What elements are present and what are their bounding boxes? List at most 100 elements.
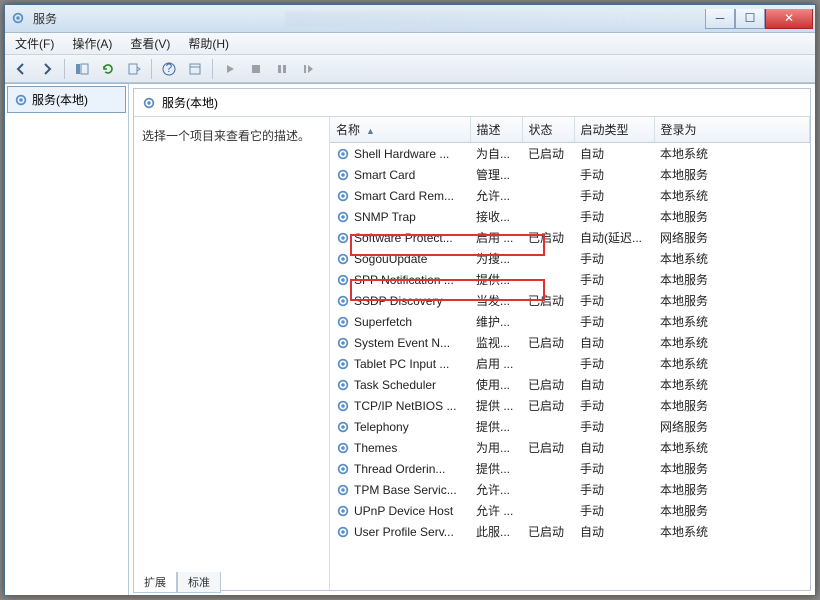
service-logon: 本地服务 <box>654 290 810 311</box>
service-name: Themes <box>354 441 397 455</box>
toolbar-separator <box>64 59 65 79</box>
nav-forward-button[interactable] <box>35 58 59 80</box>
col-logon[interactable]: 登录为 <box>654 117 810 143</box>
menu-help[interactable]: 帮助(H) <box>182 33 235 54</box>
export-list-button[interactable] <box>122 58 146 80</box>
titlebar-blur <box>285 11 705 27</box>
service-name: TCP/IP NetBIOS ... <box>354 399 456 413</box>
table-row[interactable]: Telephony提供...手动网络服务 <box>330 416 810 437</box>
menu-view[interactable]: 查看(V) <box>124 33 176 54</box>
col-startup[interactable]: 启动类型 <box>574 117 654 143</box>
table-row[interactable]: Software Protect...启用 ...已启动自动(延迟...网络服务 <box>330 227 810 248</box>
service-logon: 本地系统 <box>654 521 810 542</box>
col-desc[interactable]: 描述 <box>470 117 522 143</box>
refresh-button[interactable] <box>96 58 120 80</box>
body: 服务(本地) 服务(本地) 选择一个项目来查看它的描述。 名称▲ 描述 <box>5 83 815 595</box>
service-logon: 本地服务 <box>654 164 810 185</box>
nav-back-button[interactable] <box>9 58 33 80</box>
close-button[interactable]: ✕ <box>765 9 813 29</box>
gear-icon <box>336 462 350 476</box>
table-row[interactable]: Tablet PC Input ...启用 ...手动本地系统 <box>330 353 810 374</box>
service-name: User Profile Serv... <box>354 525 454 539</box>
table-row[interactable]: UPnP Device Host允许 ...手动本地服务 <box>330 500 810 521</box>
gear-icon <box>14 93 28 107</box>
table-row[interactable]: SPP Notification ...提供...手动本地服务 <box>330 269 810 290</box>
service-logon: 本地服务 <box>654 479 810 500</box>
detail-pane: 选择一个项目来查看它的描述。 <box>134 117 329 590</box>
app-icon <box>11 11 27 27</box>
gear-icon <box>336 399 350 413</box>
col-name[interactable]: 名称▲ <box>330 117 470 143</box>
service-status <box>522 458 574 479</box>
table-row[interactable]: User Profile Serv...此服...已启动自动本地系统 <box>330 521 810 542</box>
service-startup: 手动 <box>574 395 654 416</box>
start-service-button[interactable] <box>218 58 242 80</box>
service-logon: 本地系统 <box>654 311 810 332</box>
gear-icon <box>336 273 350 287</box>
service-desc: 监视... <box>470 332 522 353</box>
show-hide-tree-button[interactable] <box>70 58 94 80</box>
right-body: 选择一个项目来查看它的描述。 名称▲ 描述 状态 启动类型 登录为 <box>134 117 810 590</box>
toolbar-separator <box>151 59 152 79</box>
service-list[interactable]: 名称▲ 描述 状态 启动类型 登录为 Shell Hardware ... 为自.… <box>329 117 810 590</box>
service-status: 已启动 <box>522 395 574 416</box>
table-row[interactable]: Smart Card管理...手动本地服务 <box>330 164 810 185</box>
service-desc: 使用... <box>470 374 522 395</box>
toolbar-separator <box>212 59 213 79</box>
service-startup: 自动(延迟... <box>574 227 654 248</box>
service-startup: 手动 <box>574 458 654 479</box>
col-status[interactable]: 状态 <box>522 117 574 143</box>
service-startup: 手动 <box>574 206 654 227</box>
service-name: UPnP Device Host <box>354 504 453 518</box>
service-status <box>522 164 574 185</box>
service-name: Smart Card <box>354 168 415 182</box>
tree-node-services-local[interactable]: 服务(本地) <box>7 86 126 113</box>
table-row[interactable]: Superfetch维护...手动本地系统 <box>330 311 810 332</box>
table-row[interactable]: Shell Hardware ...为自...已启动自动本地系统 <box>330 143 810 165</box>
service-status: 已启动 <box>522 521 574 542</box>
service-status: 已启动 <box>522 332 574 353</box>
service-startup: 手动 <box>574 353 654 374</box>
tree-pane: 服务(本地) <box>5 84 129 595</box>
table-row[interactable]: Smart Card Rem...允许...手动本地系统 <box>330 185 810 206</box>
service-status: 已启动 <box>522 437 574 458</box>
service-desc: 接收... <box>470 206 522 227</box>
tab-extended[interactable]: 扩展 <box>133 572 177 593</box>
gear-icon <box>336 420 350 434</box>
maximize-button[interactable]: ☐ <box>735 9 765 29</box>
service-status <box>522 500 574 521</box>
titlebar[interactable]: 服务 ─ ☐ ✕ <box>5 5 815 33</box>
table-row[interactable]: Thread Orderin...提供...手动本地服务 <box>330 458 810 479</box>
service-startup: 手动 <box>574 416 654 437</box>
tab-standard[interactable]: 标准 <box>177 572 221 593</box>
table-row[interactable]: TCP/IP NetBIOS ...提供 ...已启动手动本地服务 <box>330 395 810 416</box>
table-row[interactable]: SNMP Trap接收...手动本地服务 <box>330 206 810 227</box>
service-logon: 本地系统 <box>654 374 810 395</box>
service-name: Shell Hardware ... <box>354 147 449 161</box>
table-row[interactable]: TPM Base Servic...允许...手动本地服务 <box>330 479 810 500</box>
pause-service-button[interactable] <box>270 58 294 80</box>
table-row[interactable]: SogouUpdate为搜...手动本地系统 <box>330 248 810 269</box>
service-name: SPP Notification ... <box>354 273 454 287</box>
stop-service-button[interactable] <box>244 58 268 80</box>
service-desc: 提供... <box>470 269 522 290</box>
help-button[interactable]: ? <box>157 58 181 80</box>
table-row[interactable]: Themes为用...已启动自动本地系统 <box>330 437 810 458</box>
service-desc: 为自... <box>470 143 522 165</box>
minimize-button[interactable]: ─ <box>705 9 735 29</box>
service-desc: 当发... <box>470 290 522 311</box>
service-table: 名称▲ 描述 状态 启动类型 登录为 Shell Hardware ... 为自.… <box>330 117 810 542</box>
properties-button[interactable] <box>183 58 207 80</box>
menu-action[interactable]: 操作(A) <box>66 33 118 54</box>
service-desc: 启用 ... <box>470 227 522 248</box>
table-row[interactable]: System Event N...监视...已启动自动本地系统 <box>330 332 810 353</box>
service-desc: 提供... <box>470 416 522 437</box>
table-row[interactable]: SSDP Discovery当发...已启动手动本地服务 <box>330 290 810 311</box>
service-startup: 自动 <box>574 374 654 395</box>
table-row[interactable]: Task Scheduler使用...已启动自动本地系统 <box>330 374 810 395</box>
service-status <box>522 311 574 332</box>
restart-service-button[interactable] <box>296 58 320 80</box>
service-startup: 手动 <box>574 185 654 206</box>
menu-file[interactable]: 文件(F) <box>9 33 60 54</box>
service-startup: 手动 <box>574 311 654 332</box>
